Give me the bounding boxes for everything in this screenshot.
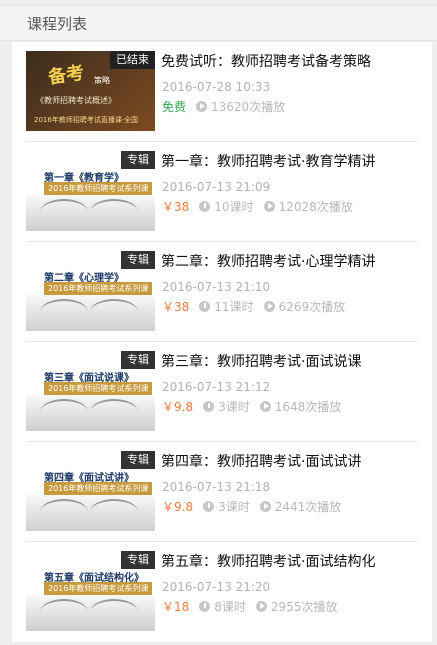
thumbnail-line2: 《教师招聘考试概述》	[36, 96, 116, 105]
course-price: ￥38	[162, 300, 190, 314]
course-thumbnail[interactable]: 第五章《面试结构化》 2016年教师招聘考试系列课 专辑	[26, 551, 155, 631]
clock-icon	[199, 301, 211, 312]
album-badge: 专辑	[121, 251, 155, 269]
clock-icon	[199, 201, 211, 212]
course-thumbnail[interactable]: 备考 策略 《教师招聘考试概述》 2016年教师招聘考试直播课·全国 已结束	[26, 51, 155, 131]
course-date: 2016-07-13 21:12	[162, 380, 271, 394]
course-item-0[interactable]: 备考 策略 《教师招聘考试概述》 2016年教师招聘考试直播课·全国 已结束 免…	[26, 42, 418, 142]
thumbnail-word: 备考	[46, 62, 86, 89]
course-price: 免费	[162, 100, 187, 114]
play-icon	[196, 101, 208, 112]
course-title[interactable]: 第五章：教师招聘考试·面试结构化	[161, 551, 375, 571]
section-header: 课程列表	[0, 5, 437, 41]
lesson-count: 11课时	[199, 298, 254, 315]
section-title: 课程列表	[27, 14, 88, 33]
thumbnail-line1: 策略	[94, 76, 110, 85]
lesson-count: 8课时	[199, 598, 246, 615]
play-icon	[263, 301, 275, 312]
album-badge: 专辑	[121, 551, 155, 569]
album-badge: 专辑	[121, 151, 155, 169]
clock-icon	[203, 401, 215, 412]
play-count: 13620次播放	[196, 98, 285, 115]
course-meta: ￥9.8 3课时 1648次播放	[162, 398, 341, 415]
course-title[interactable]: 第二章：教师招聘考试·心理学精讲	[161, 251, 375, 271]
course-price: ￥9.8	[162, 500, 194, 514]
book-image	[26, 195, 155, 231]
course-date: 2016-07-13 21:18	[162, 480, 271, 494]
course-item-2[interactable]: 第二章《心理学》 2016年教师招聘考试系列课 专辑 第二章：教师招聘考试·心理学精…	[26, 242, 418, 342]
course-date: 2016-07-13 21:10	[162, 280, 271, 294]
course-item-1[interactable]: 第一章《教育学》 2016年教师招聘考试系列课 专辑 第一章：教师招聘考试·教育学精…	[26, 142, 418, 242]
lesson-count-text: 10课时	[214, 200, 254, 214]
course-thumbnail[interactable]: 第一章《教育学》 2016年教师招聘考试系列课 专辑	[26, 151, 155, 231]
course-thumbnail[interactable]: 第三章《面试说课》 2016年教师招聘考试系列课 专辑	[26, 351, 155, 431]
lesson-count-text: 3课时	[218, 500, 250, 514]
book-image	[26, 395, 155, 431]
thumbnail-line2: 2016年教师招聘考试系列课	[44, 482, 153, 495]
play-icon	[259, 501, 271, 512]
course-title[interactable]: 第一章：教师招聘考试·教育学精讲	[161, 151, 375, 171]
book-image	[26, 595, 155, 631]
course-item-3[interactable]: 第三章《面试说课》 2016年教师招聘考试系列课 专辑 第三章：教师招聘考试·面试说…	[26, 342, 418, 442]
lesson-count: 3课时	[203, 398, 250, 415]
lesson-count: 3课时	[203, 498, 250, 515]
lesson-count-text: 3课时	[218, 400, 250, 414]
thumbnail-line3: 2016年教师招聘考试直播课·全国	[34, 116, 139, 124]
course-price: ￥18	[162, 600, 190, 614]
course-date: 2016-07-13 21:20	[162, 580, 271, 594]
play-count-text: 6269次播放	[278, 300, 346, 314]
course-date: 2016-07-28 10:33	[162, 80, 271, 94]
course-meta: 免费 13620次播放	[162, 98, 285, 115]
play-count-text: 13620次播放	[211, 100, 286, 114]
course-meta: ￥9.8 3课时 2441次播放	[162, 498, 341, 515]
status-badge: 已结束	[110, 51, 155, 69]
thumbnail-line2: 2016年教师招聘考试系列课	[44, 282, 153, 295]
course-item-4[interactable]: 第四章《面试试讲》 2016年教师招聘考试系列课 专辑 第四章：教师招聘考试·面试试…	[26, 442, 418, 542]
course-thumbnail[interactable]: 第四章《面试试讲》 2016年教师招聘考试系列课 专辑	[26, 451, 155, 531]
course-meta: ￥38 10课时 12028次播放	[162, 198, 353, 215]
lesson-count: 10课时	[199, 198, 254, 215]
play-count-text: 1648次播放	[274, 400, 342, 414]
play-icon	[255, 601, 267, 612]
play-count: 1648次播放	[259, 398, 342, 415]
course-list: 备考 策略 《教师招聘考试概述》 2016年教师招聘考试直播课·全国 已结束 免…	[12, 42, 432, 642]
play-count-text: 2441次播放	[274, 500, 342, 514]
thumbnail-line2: 2016年教师招聘考试系列课	[44, 382, 153, 395]
play-count: 2441次播放	[259, 498, 342, 515]
lesson-count-text: 8课时	[214, 600, 246, 614]
course-thumbnail[interactable]: 第二章《心理学》 2016年教师招聘考试系列课 专辑	[26, 251, 155, 331]
clock-icon	[203, 501, 215, 512]
play-count-text: 2955次播放	[270, 600, 338, 614]
course-date: 2016-07-13 21:09	[162, 180, 271, 194]
thumbnail-line2: 2016年教师招聘考试系列课	[44, 582, 153, 595]
album-badge: 专辑	[121, 451, 155, 469]
play-icon	[263, 201, 275, 212]
course-meta: ￥38 11课时 6269次播放	[162, 298, 345, 315]
play-count: 12028次播放	[263, 198, 353, 215]
clock-icon	[199, 601, 211, 612]
play-icon	[259, 401, 271, 412]
course-price: ￥38	[162, 200, 190, 214]
course-title[interactable]: 免费试听：教师招聘考试备考策略	[161, 51, 371, 71]
thumbnail-line2: 2016年教师招聘考试系列课	[44, 182, 153, 195]
course-title[interactable]: 第四章：教师招聘考试·面试试讲	[161, 451, 361, 471]
course-item-5[interactable]: 第五章《面试结构化》 2016年教师招聘考试系列课 专辑 第五章：教师招聘考试·面试…	[26, 542, 418, 642]
book-image	[26, 295, 155, 331]
album-badge: 专辑	[121, 351, 155, 369]
book-image	[26, 495, 155, 531]
course-title[interactable]: 第三章：教师招聘考试·面试说课	[161, 351, 361, 371]
play-count: 2955次播放	[255, 598, 338, 615]
play-count: 6269次播放	[263, 298, 346, 315]
course-price: ￥9.8	[162, 400, 194, 414]
lesson-count-text: 11课时	[214, 300, 254, 314]
play-count-text: 12028次播放	[278, 200, 353, 214]
course-meta: ￥18 8课时 2955次播放	[162, 598, 337, 615]
